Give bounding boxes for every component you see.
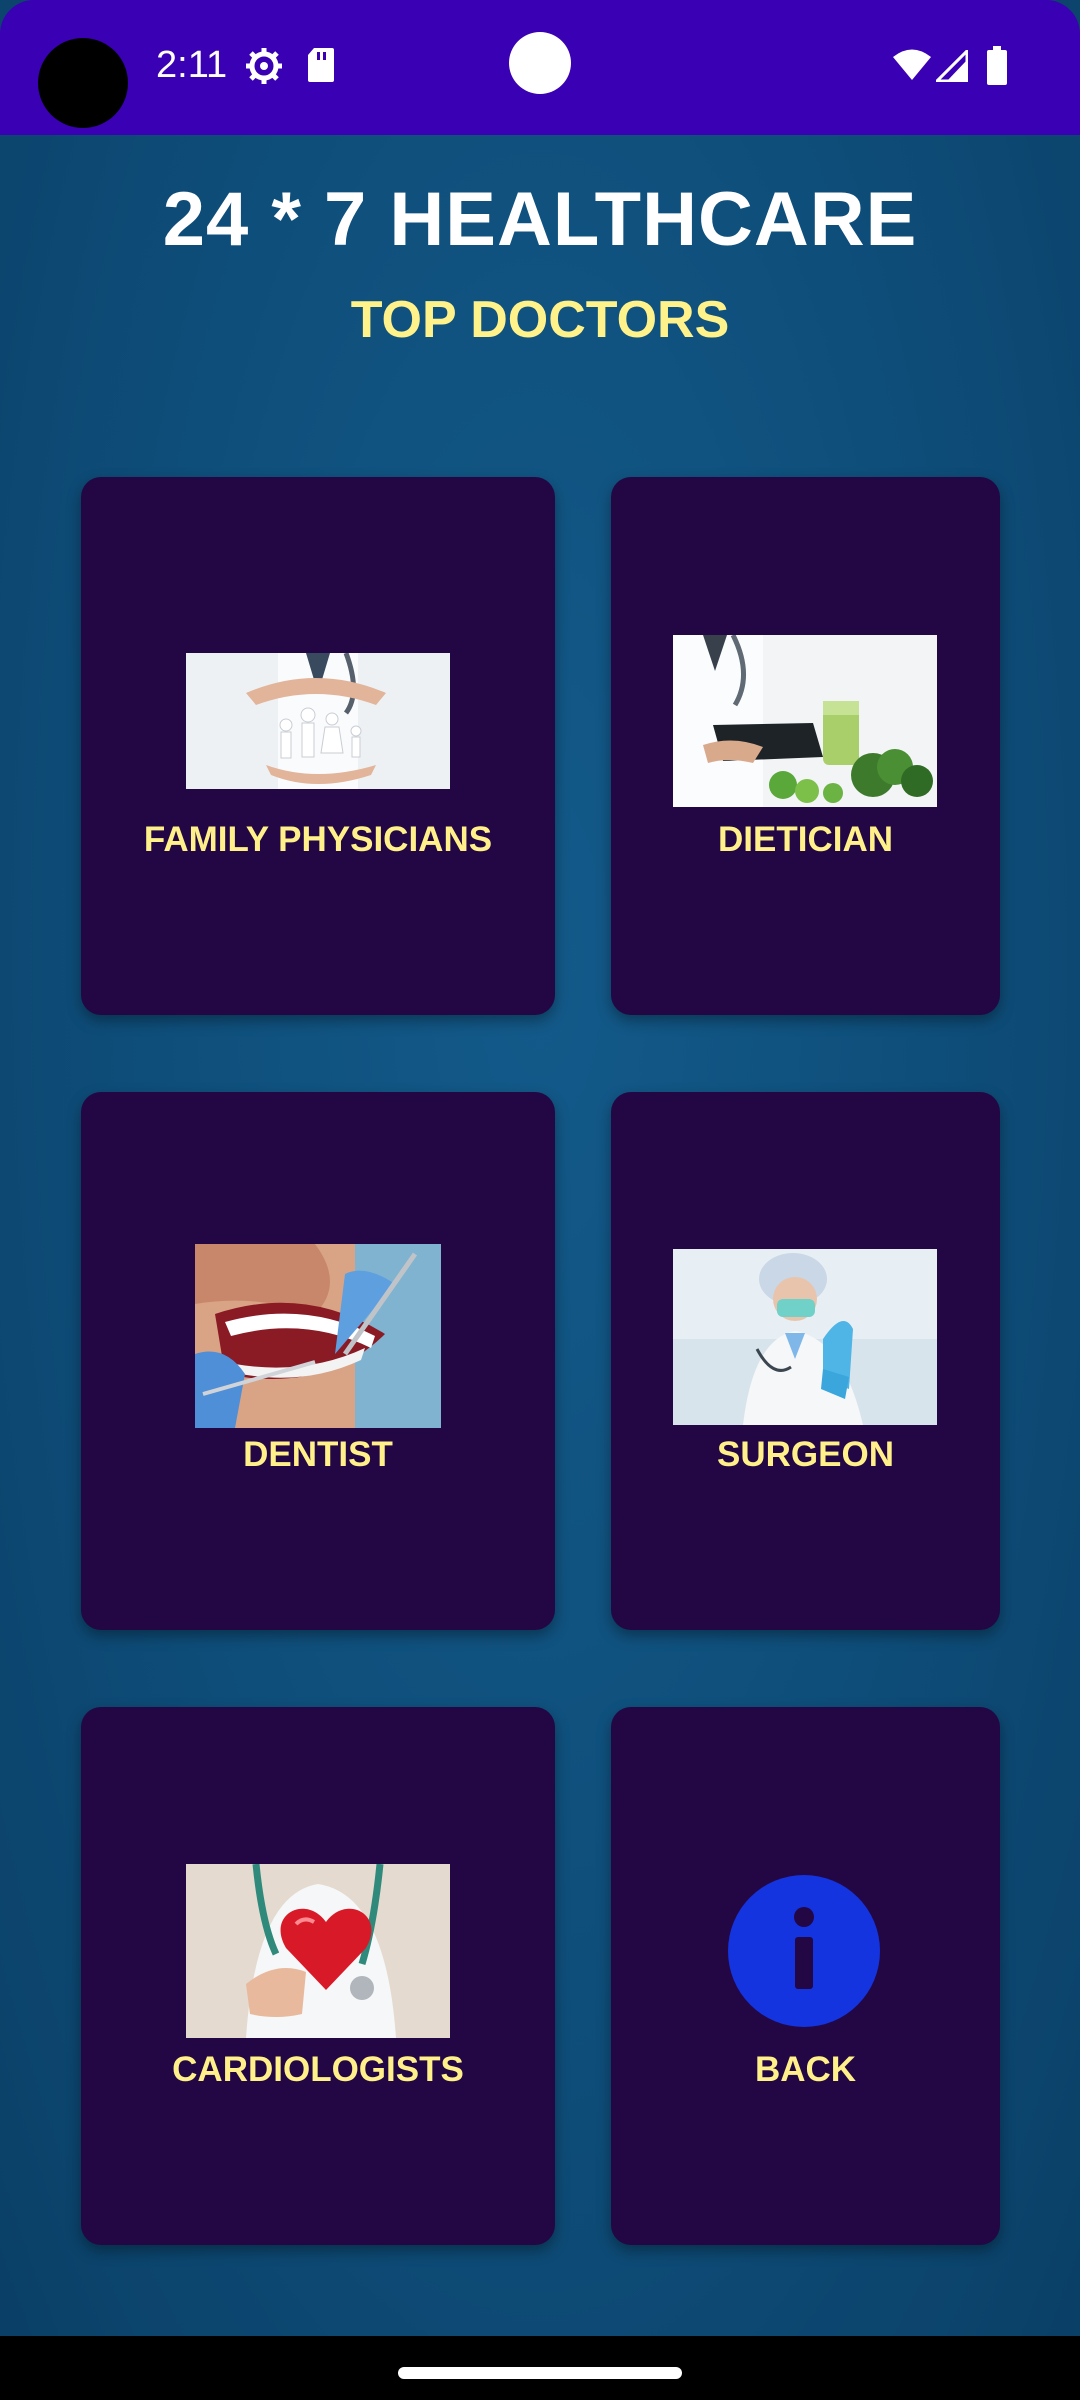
- card-cardiologists[interactable]: CARDIOLOGISTS: [81, 1707, 555, 2245]
- settings-gear-icon: [246, 48, 282, 84]
- status-center-dot: [509, 32, 571, 94]
- sd-card-icon: [308, 48, 334, 82]
- surgeon-image: [673, 1249, 937, 1425]
- card-surgeon[interactable]: SURGEON: [611, 1092, 1000, 1630]
- card-label: DIETICIAN: [718, 820, 893, 859]
- info-icon: [728, 1875, 880, 2027]
- dentist-image: [195, 1244, 441, 1428]
- page-subtitle: TOP DOCTORS: [350, 291, 730, 349]
- card-family-physicians[interactable]: FAMILY PHYSICIANS: [81, 477, 555, 1015]
- wifi-icon: [893, 49, 931, 80]
- camera-cutout: [38, 38, 128, 128]
- dietician-image: [673, 635, 937, 807]
- card-label: BACK: [754, 2050, 857, 2089]
- card-dietician[interactable]: DIETICIAN: [611, 477, 1000, 1015]
- card-label: SURGEON: [717, 1435, 894, 1474]
- cardiologists-image: [186, 1864, 450, 2038]
- cellular-signal-icon: [936, 50, 968, 82]
- card-label: CARDIOLOGISTS: [172, 2050, 464, 2089]
- card-label: FAMILY PHYSICIANS: [143, 820, 493, 859]
- app-title: 24 * 7 HEALTHCARE: [162, 177, 918, 262]
- home-gesture-handle[interactable]: [398, 2367, 682, 2379]
- status-bar: 2:11: [0, 0, 1080, 135]
- card-label: DENTIST: [243, 1435, 393, 1474]
- family-physicians-image: [186, 653, 450, 789]
- status-time: 2:11: [156, 44, 228, 86]
- card-dentist[interactable]: DENTIST: [81, 1092, 555, 1630]
- battery-icon: [987, 46, 1007, 85]
- back-button[interactable]: BACK: [611, 1707, 1000, 2245]
